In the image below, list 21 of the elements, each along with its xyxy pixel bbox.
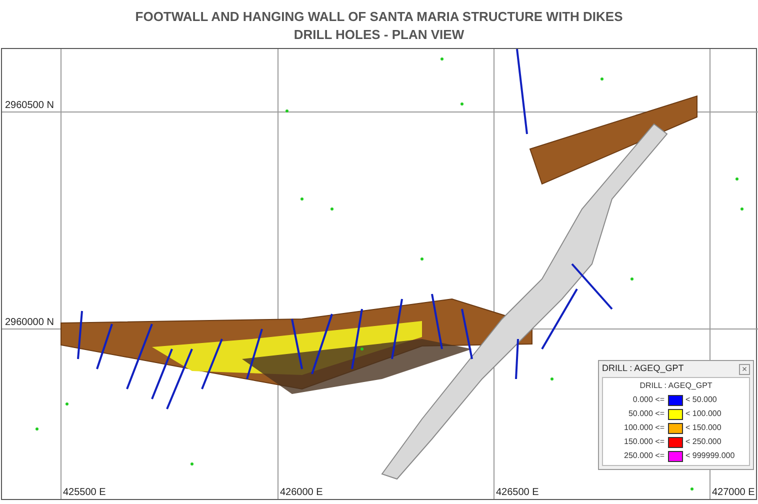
legend-range-end: < 150.000	[686, 422, 722, 434]
legend-range-end: < 999999.000	[686, 450, 736, 462]
northing-label: 2960500 N	[5, 99, 54, 113]
legend-range-start: 150.000 <=	[623, 436, 664, 448]
northing-label: 2960000 N	[5, 316, 54, 330]
legend-range-start: 250.000 <=	[623, 450, 664, 462]
legend-window-title: DRILL : AGEQ_GPT	[602, 362, 684, 376]
easting-label: 427000 E	[712, 486, 755, 500]
legend-range-end: < 50.000	[686, 394, 718, 406]
legend-range-start: 100.000 <=	[623, 422, 664, 434]
legend-heading: DRILL : AGEQ_GPT	[640, 380, 712, 392]
easting-label: 425500 E	[63, 486, 106, 500]
legend-range-end: < 250.000	[686, 436, 722, 448]
legend-range-start: 0.000 <=	[632, 394, 664, 406]
legend-range-start: 50.000 <=	[627, 408, 664, 420]
chart-title: FOOTWALL AND HANGING WALL OF SANTA MARIA STRUCTURE WITH DIKES	[135, 8, 623, 26]
easting-label: 426000 E	[280, 486, 323, 500]
easting-label: 426500 E	[496, 486, 539, 500]
chart-subtitle: DRILL HOLES - PLAN VIEW	[294, 26, 464, 44]
legend-range-end: < 100.000	[686, 408, 722, 420]
close-button[interactable]: ×	[739, 364, 750, 374]
